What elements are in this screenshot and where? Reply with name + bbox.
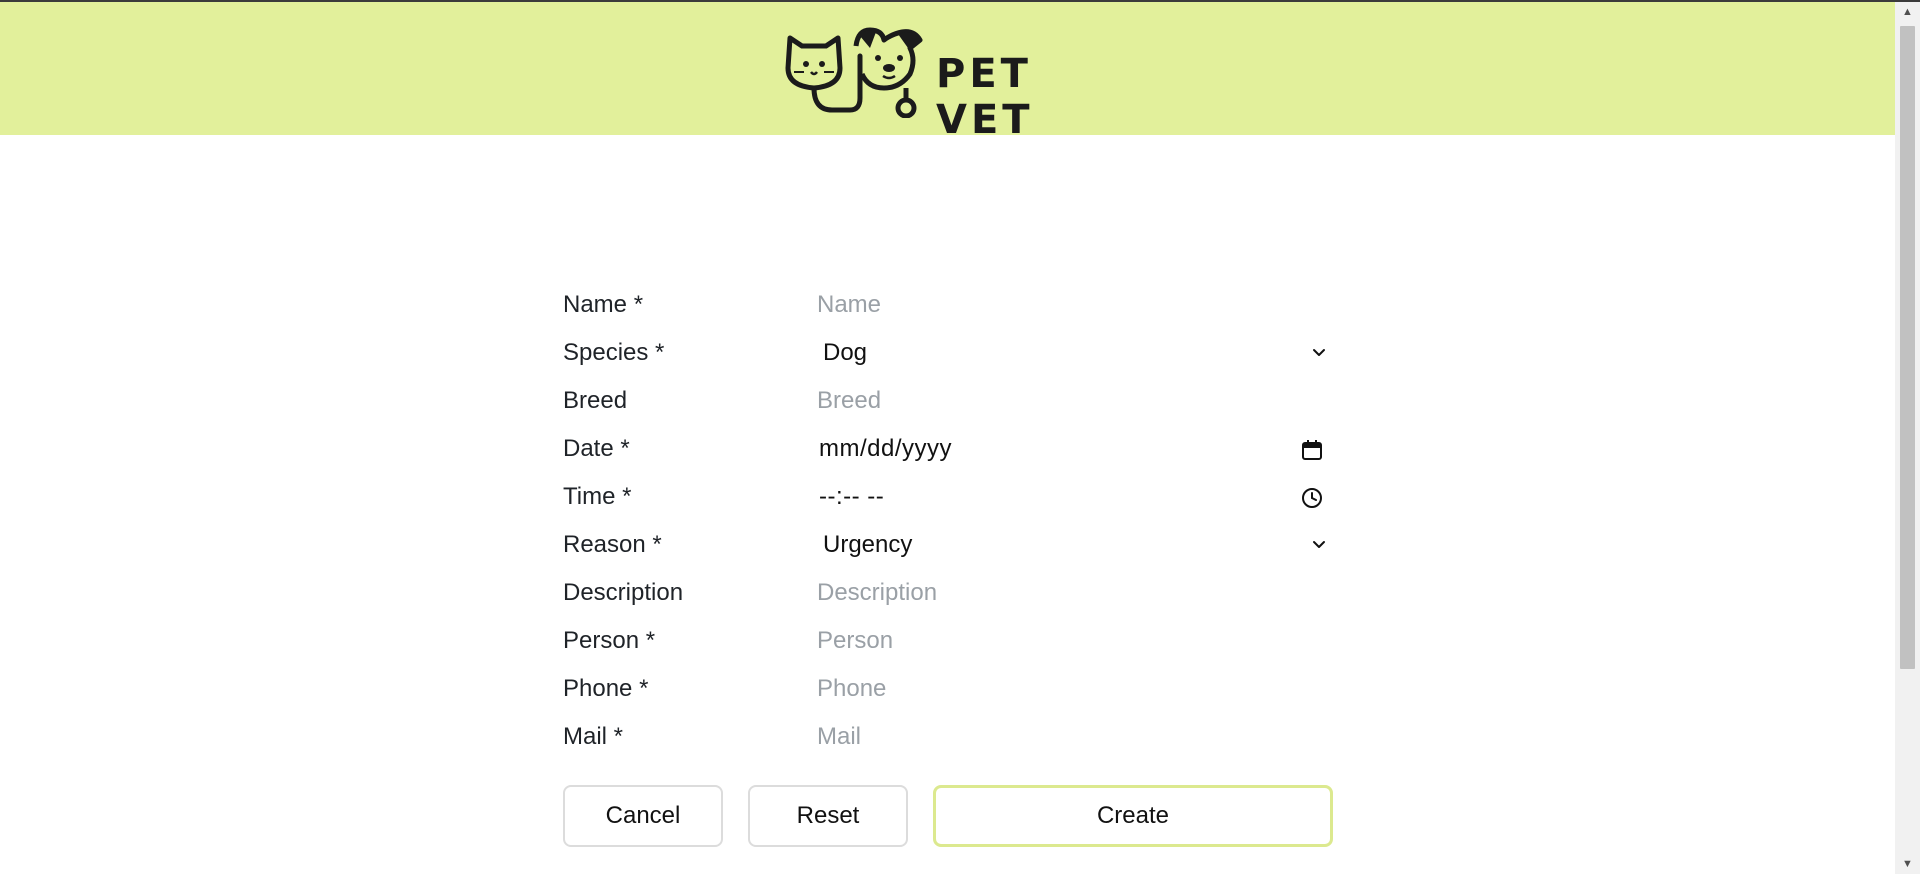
- time-value: --:-- --: [819, 483, 885, 510]
- form-row-date: Date * mm/dd/yyyy: [563, 429, 1333, 477]
- person-input[interactable]: Person: [817, 621, 1333, 661]
- mail-label: Mail *: [563, 723, 624, 750]
- name-input[interactable]: Name: [817, 285, 1333, 325]
- species-select[interactable]: Dog: [817, 333, 1333, 373]
- form-actions: Cancel Reset Create: [563, 785, 1333, 851]
- form-row-description: Description Description: [563, 573, 1333, 621]
- name-label: Name *: [563, 291, 644, 318]
- name-placeholder: Name: [817, 291, 882, 318]
- form-row-person: Person * Person: [563, 621, 1333, 669]
- reason-select[interactable]: Urgency: [817, 525, 1333, 565]
- form-row-breed: Breed Breed: [563, 381, 1333, 429]
- scroll-down-arrow-icon[interactable]: ▼: [1895, 854, 1920, 874]
- calendar-icon[interactable]: [1301, 439, 1323, 461]
- mail-input[interactable]: Mail: [817, 717, 1333, 757]
- date-label: Date *: [563, 435, 630, 462]
- time-label: Time *: [563, 483, 632, 510]
- create-button[interactable]: Create: [933, 785, 1333, 847]
- mail-placeholder: Mail: [817, 723, 862, 750]
- form-row-reason: Reason * Urgency: [563, 525, 1333, 573]
- breed-input[interactable]: Breed: [817, 381, 1333, 421]
- breed-label: Breed: [563, 387, 628, 414]
- scroll-thumb[interactable]: [1900, 26, 1915, 669]
- cancel-button[interactable]: Cancel: [563, 785, 723, 847]
- form-row-mail: Mail * Mail: [563, 717, 1333, 765]
- appointment-form: Name * Name Species * Dog Breed Breed Da…: [563, 285, 1333, 765]
- form-row-phone: Phone * Phone: [563, 669, 1333, 717]
- chevron-down-icon: [1313, 541, 1325, 548]
- brand-name: PET VET: [936, 51, 1034, 143]
- description-input[interactable]: Description: [817, 573, 1333, 613]
- form-row-name: Name * Name: [563, 285, 1333, 333]
- species-value: Dog: [823, 339, 868, 366]
- person-label: Person *: [563, 627, 656, 654]
- scroll-up-arrow-icon[interactable]: ▲: [1895, 2, 1920, 22]
- time-input[interactable]: --:-- --: [817, 477, 1333, 517]
- form-row-species: Species * Dog: [563, 333, 1333, 381]
- description-placeholder: Description: [817, 579, 938, 606]
- phone-placeholder: Phone: [817, 675, 887, 702]
- chevron-down-icon: [1313, 349, 1325, 356]
- person-placeholder: Person: [817, 627, 894, 654]
- description-label: Description: [563, 579, 684, 606]
- date-value: mm/dd/yyyy: [819, 435, 953, 462]
- logo[interactable]: PET VET: [784, 26, 1114, 143]
- form-row-time: Time * --:-- --: [563, 477, 1333, 525]
- breed-placeholder: Breed: [817, 387, 882, 414]
- reason-label: Reason *: [563, 531, 662, 558]
- vertical-scrollbar[interactable]: ▲ ▼: [1895, 2, 1920, 874]
- date-input[interactable]: mm/dd/yyyy: [817, 429, 1333, 469]
- reset-button[interactable]: Reset: [748, 785, 908, 847]
- species-label: Species *: [563, 339, 665, 366]
- pet-vet-logo-icon: [785, 27, 923, 118]
- clock-icon[interactable]: [1301, 487, 1323, 509]
- phone-label: Phone *: [563, 675, 649, 702]
- reason-value: Urgency: [823, 531, 913, 558]
- phone-input[interactable]: Phone: [817, 669, 1333, 709]
- header-bar: PET VET: [0, 2, 1895, 143]
